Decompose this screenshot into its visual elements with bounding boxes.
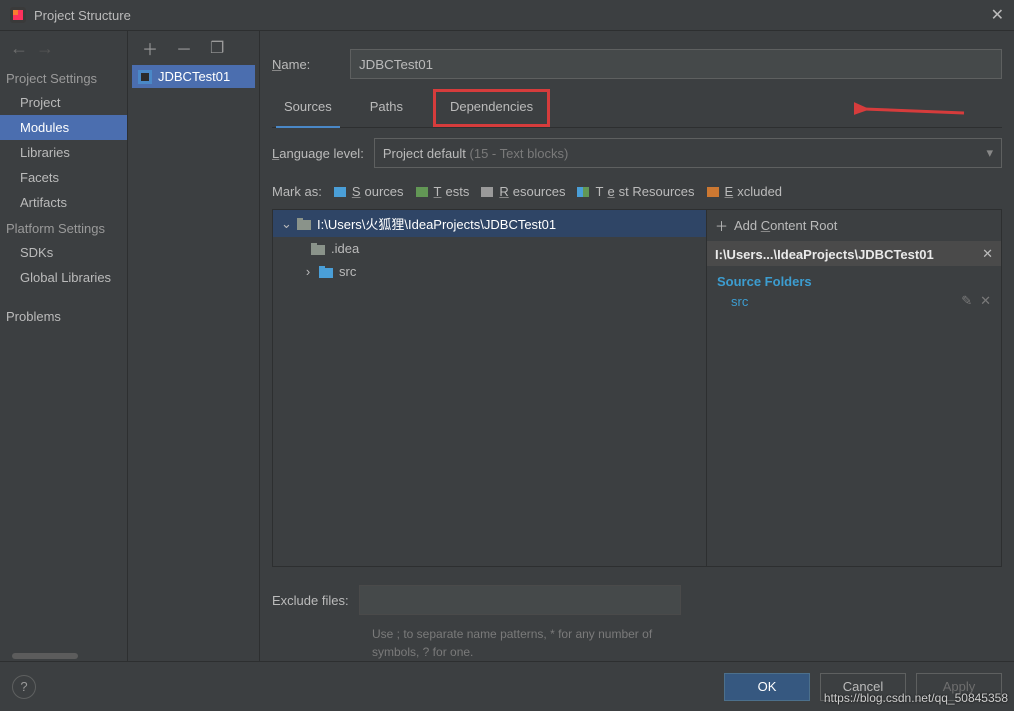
titlebar: Project Structure ✕ (0, 0, 1014, 30)
content-roots-pane: ＋ Add Content Root I:\Users...\IdeaProje… (706, 209, 1002, 567)
folder-mix-icon (577, 187, 589, 197)
mark-as-row: Mark as: Sources Tests Resources Test Re… (272, 178, 1002, 199)
tree-root[interactable]: ⌄ I:\Users\火狐狸\IdeaProjects\JDBCTest01 (273, 210, 706, 237)
tree-item-src[interactable]: › src (273, 260, 706, 283)
chevron-right-icon[interactable]: › (303, 264, 313, 279)
tab-sources[interactable]: Sources (276, 89, 340, 128)
scrollbar[interactable] (12, 653, 78, 659)
mark-as-label: Mark as: (272, 184, 322, 199)
edit-icon[interactable]: ✎ (961, 293, 972, 309)
tab-paths[interactable]: Paths (362, 89, 411, 127)
close-icon[interactable]: ✕ (974, 5, 1004, 25)
folder-orange-icon (707, 187, 719, 197)
language-level-select[interactable]: Project default (15 - Text blocks) ▾ (374, 138, 1002, 168)
sidebar-item-project[interactable]: Project (0, 90, 127, 115)
folder-blue-icon (334, 187, 346, 197)
sidebar-item-artifacts[interactable]: Artifacts (0, 190, 127, 215)
add-module-icon[interactable]: ＋ (142, 36, 158, 60)
exclude-files-input[interactable] (359, 585, 681, 615)
chevron-down-icon[interactable]: ⌄ (281, 216, 291, 232)
sidebar-item-facets[interactable]: Facets (0, 165, 127, 190)
name-label: Name: (272, 57, 336, 72)
tab-dependencies[interactable]: Dependencies (433, 89, 550, 127)
sidebar-item-problems[interactable]: Problems (0, 304, 127, 329)
sidebar-item-libraries[interactable]: Libraries (0, 140, 127, 165)
annotation-arrow-icon (854, 95, 974, 123)
language-level-label: Language level: (272, 146, 364, 161)
main-panel: Name: Sources Paths Dependencies Languag… (260, 31, 1014, 661)
folder-green-icon (416, 187, 428, 197)
help-button[interactable]: ? (12, 675, 36, 699)
copy-module-icon[interactable]: ❐ (210, 38, 224, 58)
content-root-path[interactable]: I:\Users...\IdeaProjects\JDBCTest01 ✕ (707, 242, 1001, 266)
app-logo-icon (10, 7, 26, 23)
remove-root-icon[interactable]: ✕ (982, 246, 993, 262)
folder-icon (311, 243, 325, 255)
module-name: JDBCTest01 (158, 69, 230, 84)
plus-icon: ＋ (715, 216, 728, 235)
module-list: ＋ － ❐ JDBCTest01 (128, 31, 260, 661)
window-title: Project Structure (34, 8, 974, 23)
remove-icon[interactable]: ✕ (980, 293, 991, 309)
folder-grey-icon (481, 187, 493, 197)
watermark: https://blog.csdn.net/qq_50845358 (824, 691, 1008, 705)
back-icon[interactable]: ← (10, 38, 28, 59)
sidebar-item-modules[interactable]: Modules (0, 115, 127, 140)
forward-icon[interactable]: → (36, 38, 54, 59)
mark-test-resources[interactable]: Test Resources (577, 184, 694, 199)
mark-tests[interactable]: Tests (416, 184, 470, 199)
folder-icon (297, 218, 311, 230)
mark-sources[interactable]: Sources (334, 184, 404, 199)
module-tabs: Sources Paths Dependencies (272, 89, 1002, 128)
remove-module-icon[interactable]: － (176, 36, 192, 60)
source-folder-item[interactable]: src ✎ ✕ (707, 291, 1001, 311)
ok-button[interactable]: OK (724, 673, 810, 701)
nav-arrows: ← → (0, 31, 127, 65)
folder-blue-icon (319, 266, 333, 278)
section-project-settings: Project Settings (0, 65, 127, 90)
exclude-files-hint: Use ; to separate name patterns, * for a… (272, 625, 692, 661)
add-content-root[interactable]: ＋ Add Content Root (707, 210, 1001, 242)
mark-resources[interactable]: Resources (481, 184, 565, 199)
chevron-down-icon: ▾ (986, 145, 993, 161)
source-tree[interactable]: ⌄ I:\Users\火狐狸\IdeaProjects\JDBCTest01 .… (272, 209, 706, 567)
mark-excluded[interactable]: Excluded (707, 184, 782, 199)
section-platform-settings: Platform Settings (0, 215, 127, 240)
name-input[interactable] (350, 49, 1002, 79)
module-item[interactable]: JDBCTest01 (132, 65, 255, 88)
tree-item-idea[interactable]: .idea (273, 237, 706, 260)
sidebar-item-global-libraries[interactable]: Global Libraries (0, 265, 127, 290)
module-icon (138, 70, 152, 84)
exclude-files-label: Exclude files: (272, 593, 349, 608)
sidebar-item-sdks[interactable]: SDKs (0, 240, 127, 265)
source-folders-heading: Source Folders (707, 266, 1001, 291)
sidebar: ← → Project Settings Project Modules Lib… (0, 31, 128, 661)
